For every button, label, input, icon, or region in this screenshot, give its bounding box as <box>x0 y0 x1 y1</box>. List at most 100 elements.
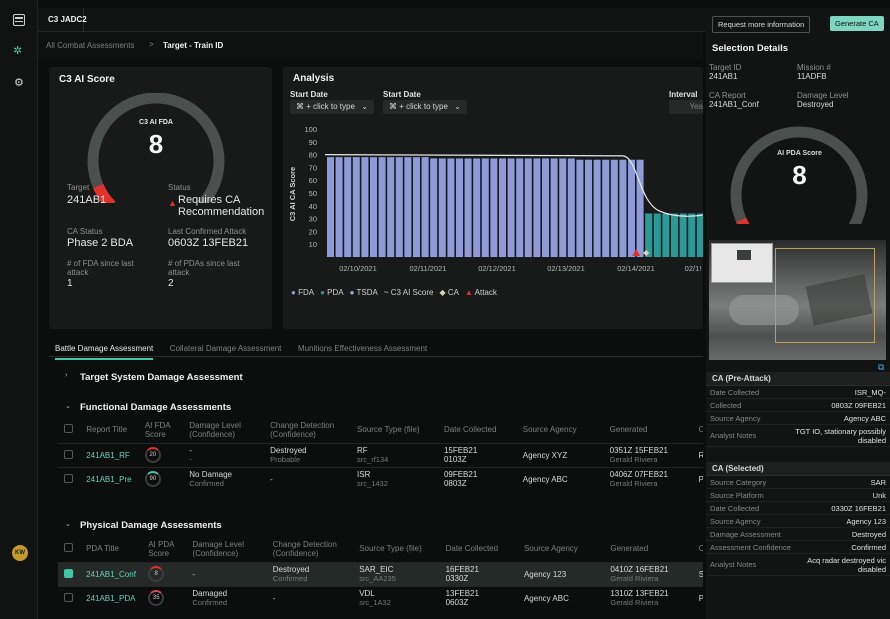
legend-item[interactable]: ◆ CA <box>439 288 459 297</box>
column-header[interactable]: PDA Title <box>80 536 142 562</box>
fda-bar[interactable] <box>507 158 515 257</box>
sar-image[interactable] <box>709 240 886 360</box>
breadcrumb-parent[interactable]: All Combat Assessments <box>46 41 134 50</box>
chevron-down-icon[interactable]: ⌄ <box>65 520 71 528</box>
fda-bar[interactable] <box>335 157 343 257</box>
fda-bar[interactable] <box>430 158 438 257</box>
gear-icon[interactable]: ⚙ <box>14 76 24 89</box>
fda-bar[interactable] <box>344 157 352 257</box>
fda-bar[interactable] <box>421 157 429 257</box>
row-checkbox[interactable] <box>64 473 73 483</box>
tsda-bar[interactable] <box>662 213 670 257</box>
tsda-bar[interactable] <box>653 213 661 257</box>
fda-bar[interactable] <box>576 159 584 257</box>
fda-bar[interactable] <box>542 158 549 257</box>
column-header[interactable]: Change Detection (Confidence) <box>264 417 351 443</box>
column-header[interactable]: C <box>693 536 703 562</box>
fda-bar[interactable] <box>473 158 481 257</box>
table-row[interactable]: 241AB1_Pre 90 No Damage Confirmed - ISR src_14… <box>58 466 703 491</box>
fda-bar[interactable] <box>387 157 395 257</box>
fda-bar[interactable] <box>464 158 472 257</box>
column-header[interactable]: Generated <box>604 417 693 443</box>
fda-bar[interactable] <box>352 157 360 257</box>
network-icon[interactable]: ✲ <box>13 44 22 57</box>
select-all-checkbox[interactable] <box>64 424 73 434</box>
column-header[interactable]: Source Agency <box>517 417 604 443</box>
tab-munitions-effectiveness[interactable]: Munitions Effectiveness Assessment <box>298 344 427 353</box>
fda-bar[interactable] <box>516 158 524 257</box>
row-checkbox[interactable] <box>64 592 73 602</box>
menu-icon[interactable] <box>13 14 25 26</box>
column-header[interactable]: Generated <box>604 536 692 562</box>
report-link[interactable]: 241AB1_Conf <box>86 570 136 579</box>
column-header[interactable]: Source Agency <box>518 536 604 562</box>
fda-bar[interactable] <box>438 158 446 257</box>
fda-bar[interactable] <box>370 157 377 257</box>
report-link[interactable]: 241AB1_Pre <box>86 475 131 484</box>
request-info-button[interactable]: Request more information <box>712 16 811 33</box>
interval-select[interactable]: Yea <box>669 100 703 114</box>
legend-item[interactable]: ▲ Attack <box>465 288 497 297</box>
tab-battle-damage[interactable]: Battle Damage Assessment <box>55 344 154 360</box>
fda-bar[interactable] <box>361 157 369 257</box>
column-header[interactable]: Damage Level (Confidence) <box>183 417 264 443</box>
column-header[interactable]: Damage Level (Confidence) <box>186 536 266 562</box>
fda-bar[interactable] <box>533 158 541 257</box>
column-header[interactable]: AI FDA Score <box>139 417 183 443</box>
start-date-2-select[interactable]: ⌘ + click to type ⌄ <box>383 100 467 114</box>
fda-bar[interactable] <box>619 159 627 257</box>
column-header[interactable]: Source Type (file) <box>351 417 438 443</box>
legend-item[interactable]: ● PDA <box>320 288 344 297</box>
legend-item[interactable]: ~ C3 AI Score <box>384 288 434 297</box>
section-functional[interactable]: Functional Damage Assessments <box>80 402 231 413</box>
chevron-down-icon[interactable]: ⌄ <box>65 402 71 410</box>
fda-bar[interactable] <box>404 157 412 257</box>
fda-bar[interactable] <box>524 158 532 257</box>
row-checkbox[interactable] <box>64 449 73 459</box>
fda-bar[interactable] <box>456 158 463 257</box>
section-target-system[interactable]: Target System Damage Assessment <box>80 372 243 383</box>
fda-bar[interactable] <box>447 158 455 257</box>
fda-bar[interactable] <box>490 158 498 257</box>
tab-collateral-damage[interactable]: Collateral Damage Assessment <box>170 344 282 353</box>
fda-bar[interactable] <box>327 157 334 257</box>
fda-bar[interactable] <box>602 159 610 257</box>
column-header[interactable]: Date Collected <box>440 536 518 562</box>
section-physical[interactable]: Physical Damage Assessments <box>80 520 222 531</box>
fda-bar[interactable] <box>593 159 601 257</box>
fda-bar[interactable] <box>636 159 644 257</box>
legend-item[interactable]: ● TSDA <box>350 288 378 297</box>
table-row[interactable]: 241AB1_Conf 8- Destroyed Confirmed SAR_EIC sr… <box>58 561 703 586</box>
report-link[interactable]: 241AB1_PDA <box>86 594 135 603</box>
column-header[interactable]: Date Collected <box>438 417 517 443</box>
fda-bar[interactable] <box>567 158 575 257</box>
avatar[interactable]: KW <box>12 545 28 561</box>
fda-bar[interactable] <box>378 157 386 257</box>
fda-bar[interactable] <box>395 157 403 257</box>
column-header[interactable]: Report Title <box>80 417 139 443</box>
report-link[interactable]: 241AB1_RF <box>86 451 130 460</box>
table-row[interactable]: 241AB1_RF 20- - Destroyed Probable RF src_rf13… <box>58 442 703 467</box>
tsda-bar[interactable] <box>696 213 703 257</box>
fda-bar[interactable] <box>499 158 506 257</box>
generate-ca-button[interactable]: Generate CA <box>830 16 884 31</box>
tsda-bar[interactable] <box>671 213 678 257</box>
column-header[interactable]: Source Type (file) <box>353 536 439 562</box>
column-header[interactable]: AI PDA Score <box>142 536 186 562</box>
fda-bar[interactable] <box>628 159 635 257</box>
fda-bar[interactable] <box>610 159 618 257</box>
fda-bar[interactable] <box>559 158 567 257</box>
table-row[interactable]: 241AB1_PDA 35 Damaged Confirmed - VDL src_1A32… <box>58 585 703 610</box>
select-all-checkbox[interactable] <box>64 543 73 553</box>
chevron-right-icon[interactable]: › <box>65 372 67 379</box>
fda-bar[interactable] <box>413 157 420 257</box>
tsda-bar[interactable] <box>688 213 696 257</box>
start-date-1-select[interactable]: ⌘ + click to type ⌄ <box>290 100 374 114</box>
column-header[interactable]: Co <box>693 417 703 443</box>
legend-item[interactable]: ● FDA <box>291 288 314 297</box>
fda-bar[interactable] <box>585 159 592 257</box>
column-header[interactable]: Change Detection (Confidence) <box>267 536 353 562</box>
tsda-bar[interactable] <box>679 213 687 257</box>
row-checkbox[interactable] <box>64 568 73 578</box>
fda-bar[interactable] <box>481 158 489 257</box>
